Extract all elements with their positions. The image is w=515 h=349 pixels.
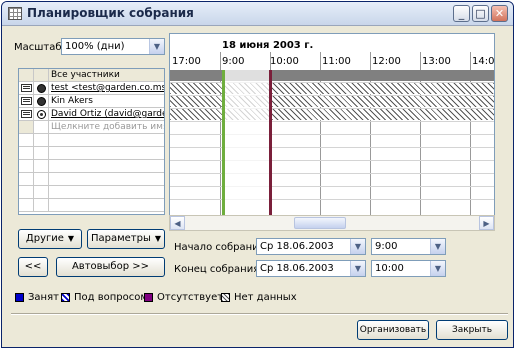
no-data-legend-label: Нет данных <box>234 292 297 303</box>
time-label: 11:00 <box>322 56 351 67</box>
required-attendee-icon[interactable] <box>37 97 46 106</box>
scroll-thumb[interactable] <box>294 217 346 229</box>
chevron-down-icon: ▼ <box>430 239 445 254</box>
options-button-label: Параметры <box>90 233 151 244</box>
attendee-row[interactable]: test <test@garden.co.msn.co <box>19 82 164 95</box>
add-attendee-row[interactable]: Щелкните добавить имя <box>19 121 164 134</box>
organize-button[interactable]: Организовать <box>357 320 429 340</box>
tentative-legend-label: Под вопросом <box>74 292 148 303</box>
scale-label: Масштаб: <box>14 42 65 53</box>
empty-row <box>19 199 164 212</box>
autopick-button[interactable]: Автовыбор >> <box>56 257 165 277</box>
calendar-icon <box>8 7 22 20</box>
title-bar: Планировщик собрания _ □ ✕ <box>2 2 513 26</box>
tentative-legend-swatch <box>61 293 70 302</box>
empty-row <box>19 160 164 173</box>
time-label: 12:00 <box>372 56 401 67</box>
end-label: Конец собрания: <box>174 264 263 275</box>
attendee-row[interactable]: Kin Akers <box>19 95 164 108</box>
time-label: 13:00 <box>422 56 451 67</box>
close-button[interactable]: Закрыть <box>436 320 508 340</box>
start-time-value: 9:00 <box>375 241 398 252</box>
attendee-list[interactable]: Все участники test <test@garden.co.msn.c… <box>18 68 165 215</box>
chevron-down-icon: ▼ <box>350 239 365 254</box>
meeting-planner-window: Планировщик собрания _ □ ✕ Масштаб: 100%… <box>1 1 514 348</box>
chevron-down-icon: ▼ <box>149 39 164 54</box>
others-button[interactable]: Другие ▼ <box>18 229 82 249</box>
schedule-grid[interactable]: 18 июня 2003 г. 17:00 9:00 10:00 11:00 1… <box>169 33 495 231</box>
busy-legend-swatch <box>15 293 24 302</box>
others-button-label: Другие <box>25 233 64 244</box>
end-date-select[interactable]: Ср 18.06.2003 ▼ <box>256 260 366 277</box>
no-data-row <box>170 83 494 94</box>
time-label: 9:00 <box>222 56 245 67</box>
previous-button[interactable]: << <box>18 257 48 277</box>
envelope-icon[interactable] <box>21 97 32 105</box>
horizontal-scrollbar[interactable]: ◀ ▶ <box>169 215 495 231</box>
header-cell-1 <box>19 69 34 81</box>
scale-select[interactable]: 100% (дни) ▼ <box>61 38 165 55</box>
chevron-down-icon: ▼ <box>67 234 75 243</box>
minimize-button[interactable]: _ <box>453 5 470 22</box>
busy-legend-label: Занят <box>28 292 59 303</box>
end-time-select[interactable]: 10:00 ▼ <box>371 260 446 277</box>
start-date-select[interactable]: Ср 18.06.2003 ▼ <box>256 238 366 255</box>
empty-row <box>19 147 164 160</box>
scale-value: 100% (дни) <box>65 41 125 52</box>
attendee-row[interactable]: David Ortiz (david@garden <box>19 108 164 121</box>
divider <box>11 313 508 315</box>
attendee-name[interactable]: Kin Akers <box>51 96 93 106</box>
attendee-name[interactable]: David Ortiz (david@garden <box>51 109 164 119</box>
add-name-placeholder[interactable]: Щелкните добавить имя <box>51 122 164 132</box>
envelope-icon[interactable] <box>21 84 32 92</box>
window-title: Планировщик собрания <box>27 6 194 20</box>
date-header: 18 июня 2003 г. <box>222 40 314 51</box>
start-label: Начало собрания: <box>174 242 269 253</box>
end-date-value: Ср 18.06.2003 <box>260 263 334 274</box>
start-date-value: Ср 18.06.2003 <box>260 241 334 252</box>
no-data-row <box>170 96 494 107</box>
empty-row <box>19 134 164 147</box>
start-time-select[interactable]: 9:00 ▼ <box>371 238 446 255</box>
no-data-row <box>170 109 494 120</box>
empty-row <box>19 186 164 199</box>
required-attendee-icon[interactable] <box>37 84 46 93</box>
chevron-down-icon: ▼ <box>430 261 445 276</box>
no-data-legend-swatch <box>221 293 230 302</box>
close-window-button[interactable]: ✕ <box>491 5 508 22</box>
time-label: 14:00 <box>472 56 495 67</box>
away-legend-label: Отсутствует <box>157 292 224 303</box>
optional-attendee-icon[interactable] <box>37 110 46 119</box>
header-cell-2 <box>34 69 49 81</box>
meeting-time-selection[interactable] <box>222 70 272 218</box>
time-label: 17:00 <box>172 56 201 67</box>
end-time-value: 10:00 <box>375 263 404 274</box>
chevron-down-icon: ▼ <box>154 234 162 243</box>
chevron-down-icon: ▼ <box>350 261 365 276</box>
all-attendees-label: Все участники <box>51 70 120 80</box>
away-legend-swatch <box>144 293 153 302</box>
attendee-name[interactable]: test <test@garden.co.msn.co <box>51 83 164 93</box>
envelope-icon[interactable] <box>21 110 32 118</box>
options-button[interactable]: Параметры ▼ <box>87 229 165 249</box>
attendee-header-row: Все участники <box>19 69 164 82</box>
all-attendees-busy-row <box>170 70 494 81</box>
maximize-button[interactable]: □ <box>472 5 489 22</box>
empty-row <box>19 173 164 186</box>
time-label: 10:00 <box>270 56 299 67</box>
scroll-right-icon[interactable]: ▶ <box>479 216 494 230</box>
scroll-left-icon[interactable]: ◀ <box>170 216 185 230</box>
